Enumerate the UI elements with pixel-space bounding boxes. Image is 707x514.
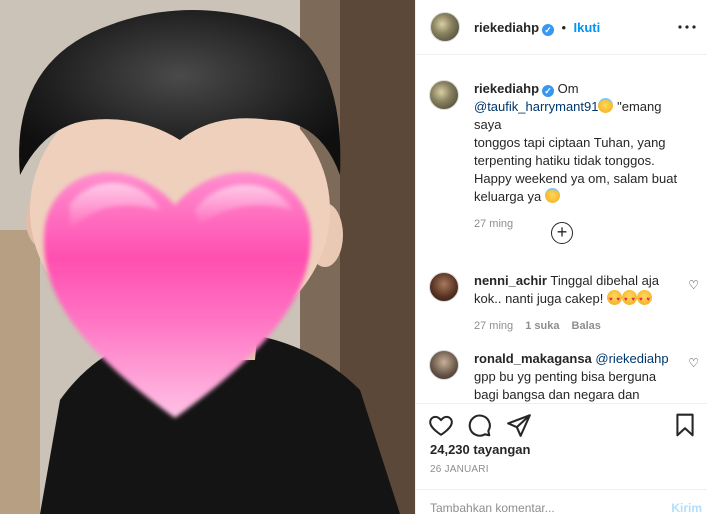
- commenter-username[interactable]: nenni_achir: [474, 273, 547, 288]
- post-header: riekediahp ✓ • Ikuti: [416, 0, 707, 55]
- commenter-username[interactable]: ronald_makagansa: [474, 351, 592, 366]
- post-media[interactable]: [0, 0, 415, 514]
- action-icons: [428, 412, 698, 440]
- caption-time[interactable]: 27 ming: [474, 218, 513, 230]
- comment-text: ronald_makagansa @riekediahp gpp bu yg p…: [474, 350, 686, 402]
- separator-dot: •: [561, 20, 567, 35]
- post-details-panel: riekediahp ✓ • Ikuti riekediahp ✓ Om @tauf…: [415, 0, 707, 514]
- bookmark-icon[interactable]: [672, 412, 698, 443]
- comment-likes[interactable]: 1 suka: [525, 320, 559, 332]
- reply-button[interactable]: Balas: [572, 320, 601, 332]
- comment-composer: Tambahkan komentar... Kirim: [416, 489, 707, 514]
- commenter-avatar[interactable]: [429, 350, 459, 380]
- view-count[interactable]: 24,230 tayangan: [430, 442, 530, 457]
- comment-input[interactable]: Tambahkan komentar...: [430, 501, 555, 514]
- heart-eyes-emoji-icon: [606, 290, 622, 309]
- heart-eyes-emoji-icon: [621, 290, 637, 309]
- verified-badge-icon: ✓: [542, 85, 555, 97]
- caption-line-4: Happy weekend ya om, salam buat: [474, 171, 678, 186]
- smiling-halo-emoji-icon: [598, 98, 614, 113]
- smiling-halo-emoji-icon: [544, 188, 560, 203]
- caption-line-2: tonggos tapi ciptaan Tuhan, yang: [474, 135, 666, 150]
- commenter-avatar[interactable]: [429, 272, 459, 302]
- heart-eyes-emoji-icon: [636, 290, 652, 309]
- caption-line-5: keluarga ya: [474, 189, 542, 204]
- share-icon[interactable]: [506, 412, 532, 443]
- comment-line-1: gpp bu yg penting bisa berguna: [474, 369, 657, 384]
- post-date[interactable]: 26 JANUARI: [430, 464, 489, 475]
- post-photo: [0, 0, 415, 514]
- caption-lead: Om: [557, 81, 579, 96]
- load-more-comments-button[interactable]: +: [551, 222, 573, 244]
- caption-text: riekediahp ✓ Om @taufik_harrymant91 "eman…: [474, 80, 686, 233]
- caption-avatar[interactable]: [429, 80, 459, 110]
- verified-badge-icon: ✓: [542, 24, 555, 36]
- comments-list[interactable]: riekediahp ✓ Om @taufik_harrymant91 "eman…: [416, 56, 707, 402]
- comment-line-2: kok.. nanti juga cakep!: [474, 291, 604, 306]
- caption-line-3: terpenting hatiku tidak tonggos.: [474, 153, 655, 168]
- caption-meta: 27 ming: [474, 215, 686, 233]
- comment-line-2: bagi bangsa dan negara dan: [474, 387, 640, 402]
- post-actions: 24,230 tayangan 26 JANUARI: [416, 403, 707, 500]
- comment-mention[interactable]: @riekediahp: [595, 351, 668, 366]
- heart-icon[interactable]: [428, 412, 454, 443]
- comment-icon[interactable]: [466, 412, 492, 443]
- follow-button[interactable]: Ikuti: [574, 20, 601, 35]
- more-icon[interactable]: [676, 18, 698, 36]
- author-avatar[interactable]: [430, 12, 460, 42]
- comment-like-icon[interactable]: ♡: [688, 356, 699, 370]
- send-button[interactable]: Kirim: [671, 501, 702, 514]
- caption-mention[interactable]: @taufik_harrymant91: [474, 99, 598, 114]
- comment-meta: 27 ming 1 suka Balas: [474, 317, 686, 335]
- caption-username[interactable]: riekediahp: [474, 81, 539, 96]
- author-line: riekediahp ✓ • Ikuti: [474, 19, 600, 37]
- comment-like-icon[interactable]: ♡: [688, 278, 699, 292]
- author-username[interactable]: riekediahp: [474, 20, 539, 35]
- comment-line-1: Tinggal dibehal aja: [550, 273, 660, 288]
- comment-time[interactable]: 27 ming: [474, 320, 513, 332]
- comment-text: nenni_achir Tinggal dibehal aja kok.. na…: [474, 272, 686, 335]
